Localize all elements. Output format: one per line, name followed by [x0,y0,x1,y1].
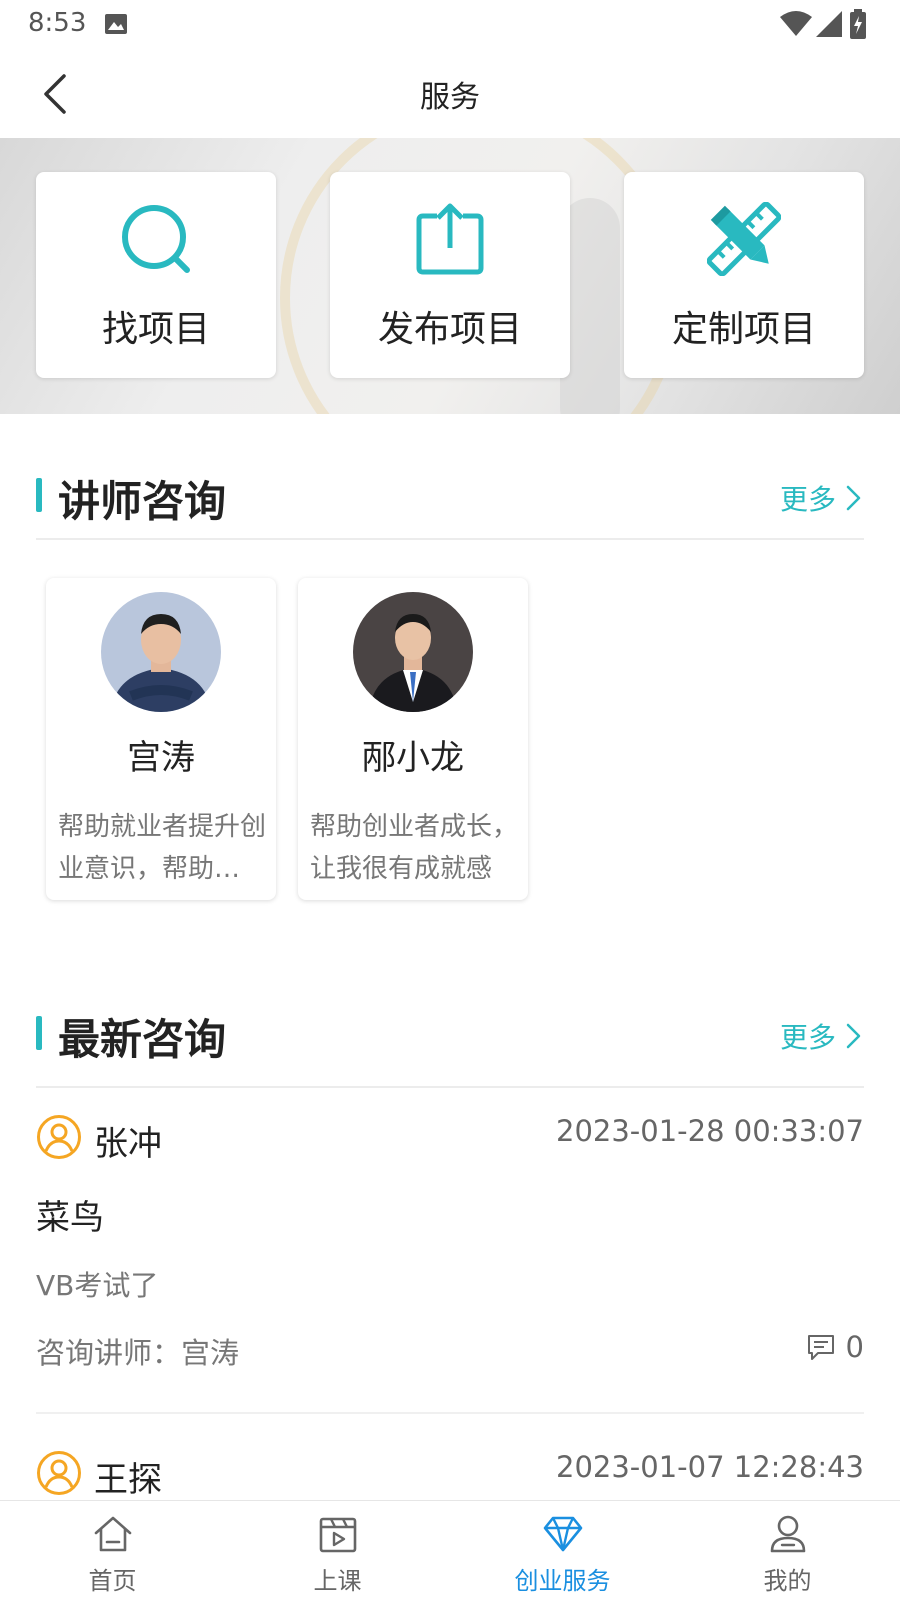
consult-timestamp: 2023-01-28 00:33:07 [556,1114,864,1148]
page-title: 服务 [420,80,480,115]
bottom-tab-bar: 首页 上课 创业服务 我的 [0,1500,900,1600]
instructor-section-title: 讲师咨询 [58,477,227,526]
comment-count-badge: 0 [806,1330,864,1364]
instructor-section-header: 讲师咨询 更多 [36,430,864,540]
instructor-description: 帮助创业者成长，让我很有成就感 [310,812,518,884]
instructor-name: 邴小龙 [362,738,464,778]
instructor-name: 宫涛 [127,738,195,778]
signal-icon [816,11,842,37]
diamond-icon [543,1516,583,1552]
section-divider [36,538,864,540]
consult-list-item[interactable]: 张冲 2023-01-28 00:33:07 菜鸟 VB考试了 咨询讲师：宫涛 … [36,1114,864,1404]
latest-more-link[interactable]: 更多 [780,1016,864,1056]
section-divider [36,1086,864,1088]
find-project-label: 找项目 [101,309,210,350]
instructor-description: 帮助就业者提升创业意识，帮助创业者成长 [58,812,266,884]
instructor-card[interactable]: 宫涛 帮助就业者提升创业意识，帮助创业者成长 [46,578,276,900]
consult-timestamp: 2023-01-07 12:28:43 [556,1450,864,1484]
user-icon [770,1515,806,1553]
tab-startup-service[interactable]: 创业服务 [450,1501,675,1600]
tab-class[interactable]: 上课 [225,1501,450,1600]
publish-project-card[interactable]: 发布项目 [330,172,570,378]
instructor-more-link[interactable]: 更多 [780,478,864,518]
chevron-right-icon [846,1023,861,1049]
status-bar: 8:53 [0,0,900,50]
tab-home[interactable]: 首页 [0,1501,225,1600]
more-label: 更多 [779,483,836,516]
status-indicators [780,9,876,39]
find-project-card[interactable]: 找项目 [36,172,276,378]
tab-label: 创业服务 [514,1567,611,1595]
status-time: 8:53 [28,8,87,38]
custom-project-label: 定制项目 [671,309,816,350]
latest-section-title: 最新咨询 [58,1015,227,1064]
consult-title: 菜鸟 [36,1198,104,1238]
battery-icon [850,9,866,39]
user-avatar-icon [37,1115,81,1159]
comment-count: 0 [845,1330,864,1364]
comment-icon [807,1335,834,1360]
consult-teacher: 咨询讲师：宫涛 [36,1336,240,1370]
home-icon [94,1516,132,1552]
section-accent-bar [36,478,42,512]
consult-list-item[interactable]: 王探 2023-01-07 12:28:43 [36,1450,864,1500]
service-banner: 找项目 发布项目 定制项目 [0,138,900,414]
tab-label: 首页 [88,1567,137,1595]
image-notification-icon [105,14,127,34]
video-icon [319,1517,357,1553]
avatar [101,592,221,712]
latest-section-header: 最新咨询 更多 [36,968,864,1078]
wifi-icon [780,11,812,36]
avatar [353,592,473,712]
user-avatar-icon [37,1451,81,1495]
upload-icon [416,203,484,275]
consult-content: VB考试了 [36,1269,159,1302]
custom-project-card[interactable]: 定制项目 [624,172,864,378]
chevron-right-icon [846,485,861,511]
search-icon [122,205,190,273]
tab-label: 我的 [763,1567,812,1595]
more-label: 更多 [779,1021,836,1054]
instructor-card[interactable]: 邴小龙 帮助创业者成长，让我很有成就感 [298,578,528,900]
publish-project-label: 发布项目 [377,309,522,350]
section-accent-bar [36,1016,42,1050]
tab-mine[interactable]: 我的 [675,1501,900,1600]
tab-label: 上课 [313,1567,362,1595]
item-divider [36,1412,864,1414]
app-header: 服务 [0,50,900,138]
consult-user-name: 王探 [94,1460,162,1500]
pencil-ruler-icon [707,202,781,276]
consult-user-name: 张冲 [94,1124,162,1164]
